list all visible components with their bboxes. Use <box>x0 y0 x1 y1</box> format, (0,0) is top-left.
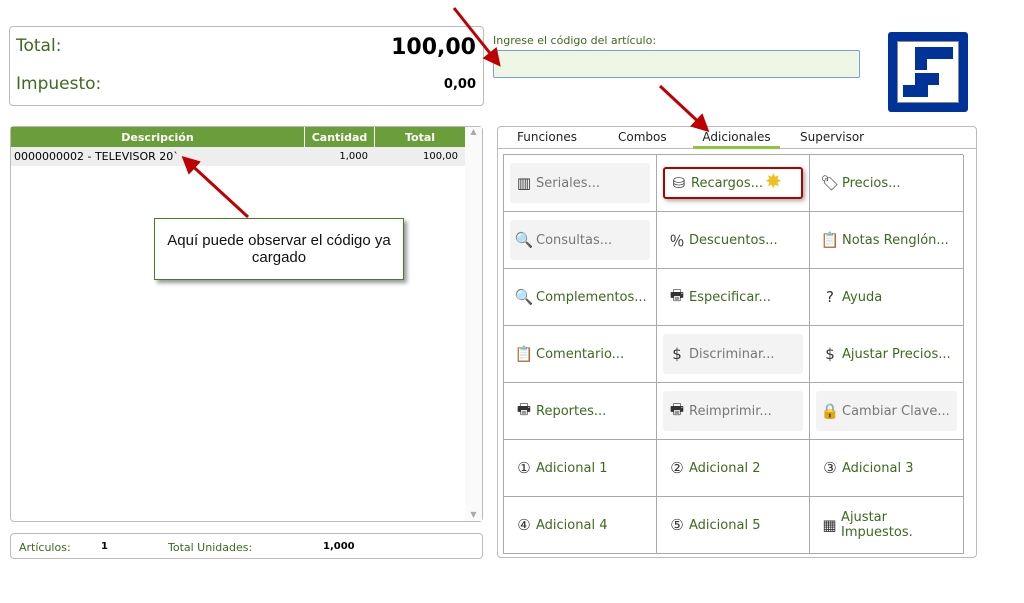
arrow-to-input <box>452 7 501 67</box>
arrow-to-tab <box>658 84 710 133</box>
arrow-to-row <box>181 155 250 219</box>
annotation-arrows <box>181 7 710 219</box>
